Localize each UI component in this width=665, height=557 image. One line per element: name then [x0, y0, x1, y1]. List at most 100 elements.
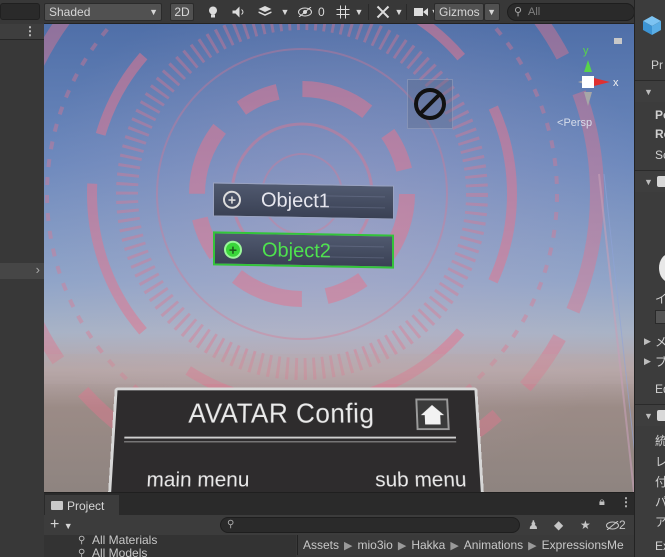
- speaker-icon: [232, 6, 244, 18]
- tab-project[interactable]: Project: [45, 495, 119, 515]
- inspector-row-label: 付: [655, 473, 665, 490]
- inspector-edit-label: Ed: [655, 382, 665, 396]
- gizmos-dropdown[interactable]: ▼: [484, 3, 500, 21]
- chevron-right-icon[interactable]: ▶: [644, 336, 651, 347]
- object2-button[interactable]: + Object2: [213, 231, 394, 269]
- cube-icon: [643, 16, 661, 35]
- gizmos-label: Gizmos: [439, 5, 480, 19]
- camera-icon: [414, 8, 428, 16]
- lock-icon[interactable]: 🔒︎: [599, 496, 605, 509]
- hierarchy-row[interactable]: ›: [0, 262, 44, 279]
- inspector-row-label: パ: [655, 493, 665, 510]
- component-enabled-checkbox[interactable]: [657, 410, 665, 421]
- tools-dropdown-arrow[interactable]: ▼: [394, 3, 404, 21]
- create-button[interactable]: + ▼: [50, 515, 73, 536]
- chevron-right-icon: ▶: [450, 540, 459, 552]
- inspector-row-label: ア: [655, 513, 665, 530]
- folder-icon: [51, 501, 63, 510]
- component-section[interactable]: ▼: [635, 404, 665, 426]
- eye-slash-icon: [606, 520, 619, 531]
- chevron-right-icon: ▶: [344, 540, 353, 552]
- hidden-objects-toggle[interactable]: 0: [298, 3, 328, 21]
- object1-button[interactable]: + Object1: [213, 182, 394, 220]
- object-field-circle[interactable]: [659, 254, 665, 282]
- project-search-input[interactable]: ⚲: [220, 517, 520, 533]
- main-menu-button[interactable]: main menu: [146, 469, 250, 492]
- lightbulb-icon: [209, 6, 217, 18]
- hidden-count: 0: [318, 5, 325, 19]
- no-camera-icon: [414, 88, 446, 120]
- avatar-config-panel: AVATAR Config main menu sub menu: [107, 387, 485, 492]
- project-tree: ⚲ All Materials ⚲ All Models: [44, 535, 296, 557]
- inspector-row-label: レ: [655, 453, 665, 470]
- button-decoration: [325, 195, 385, 209]
- scene-toolbar: Shaded ▼ 2D ▼ 0 ▼ ▼ ▼ Gizmos ▼ ⚲ All: [44, 0, 635, 24]
- chevron-right-icon[interactable]: ▶: [644, 356, 651, 367]
- grid-toggle-button[interactable]: [334, 3, 352, 21]
- hierarchy-panel: ⋮ ›: [0, 0, 44, 557]
- breadcrumb: Assets ▶ mio3io ▶ Hakka ▶ Animations ▶ Expressio…: [297, 535, 634, 555]
- gizmos-button[interactable]: Gizmos: [434, 3, 484, 21]
- config-divider: [124, 436, 457, 443]
- camera-gizmo[interactable]: [407, 79, 453, 129]
- orientation-gizmo[interactable]: y x: [548, 34, 634, 130]
- inspector-field-box[interactable]: [655, 310, 665, 324]
- home-button[interactable]: [415, 398, 450, 431]
- gizmo-y-label: y: [583, 45, 589, 57]
- button-decoration: [324, 245, 384, 259]
- breadcrumb-item[interactable]: mio3io: [357, 535, 392, 555]
- project-panel: Project 🔒︎ ⋮ + ▼ ⚲ ♟ ◆ ★ 2 ⚲ All Materia…: [44, 492, 634, 557]
- camera-settings-button[interactable]: [412, 3, 430, 21]
- chevron-right-icon[interactable]: ›: [36, 262, 40, 277]
- chevron-down-icon: ▼: [63, 521, 73, 531]
- toolbar-divider: [368, 4, 369, 20]
- breadcrumb-item[interactable]: Assets: [303, 535, 339, 555]
- persp-label[interactable]: <Persp: [557, 117, 592, 129]
- tree-item-all-models[interactable]: ⚲ All Models: [78, 547, 147, 557]
- shading-mode-dropdown[interactable]: Shaded ▼: [44, 3, 162, 21]
- transform-section[interactable]: ▼: [635, 80, 665, 102]
- search-icon: ⚲: [78, 548, 86, 557]
- object2-label: Object2: [262, 239, 331, 263]
- position-label: Po: [655, 108, 665, 122]
- effects-toggle-button[interactable]: [256, 3, 274, 21]
- gizmo-x-label: x: [613, 77, 619, 89]
- lighting-toggle-button[interactable]: [204, 3, 222, 21]
- star-icon[interactable]: ★: [580, 517, 591, 533]
- layers-icon: [258, 6, 272, 16]
- 2d-label: 2D: [174, 5, 190, 19]
- grid-icon: [336, 5, 350, 19]
- tools-icon: [376, 5, 390, 19]
- chevron-down-icon: ▼: [644, 411, 653, 421]
- project-menu-icon[interactable]: ⋮: [620, 495, 632, 509]
- component-enabled-checkbox[interactable]: [657, 176, 665, 187]
- filter-type-icon[interactable]: ♟: [528, 517, 539, 533]
- component-section[interactable]: ▼: [635, 170, 665, 192]
- project-tab-bar: Project 🔒︎ ⋮: [44, 493, 634, 515]
- hierarchy-search-input[interactable]: [0, 3, 40, 20]
- 2d-toggle-button[interactable]: 2D: [170, 3, 194, 21]
- scene-viewport[interactable]: y x <Persp + Object1 + Object2 AVATAR Co…: [44, 24, 634, 492]
- effects-dropdown-arrow[interactable]: ▼: [280, 3, 290, 21]
- hidden-packages-toggle[interactable]: 2: [606, 517, 626, 533]
- project-toolbar: + ▼ ⚲ ♟ ◆ ★ 2: [44, 515, 634, 535]
- hierarchy-menu-icon[interactable]: ⋮: [24, 24, 36, 38]
- breadcrumb-item[interactable]: Animations: [464, 535, 523, 555]
- grid-dropdown-arrow[interactable]: ▼: [354, 3, 364, 21]
- breadcrumb-item[interactable]: ExpressionsMe: [542, 535, 624, 555]
- tree-item-label: All Models: [92, 546, 148, 557]
- inspector-panel: Pr ▼ Po Ro Sc ▼ イ ▶ メ ▶ ブ Ed ▼ 統 レ 付 パ ア…: [634, 0, 665, 557]
- audio-toggle-button[interactable]: [230, 3, 248, 21]
- inspector-button-label: ブ: [655, 353, 665, 370]
- scene-search-placeholder: All: [528, 6, 541, 18]
- plus-icon: +: [224, 240, 242, 259]
- eye-slash-icon: [298, 7, 312, 17]
- tools-toggle-button[interactable]: [374, 3, 392, 21]
- label-tag-icon[interactable]: ◆: [554, 517, 563, 533]
- hierarchy-header: ⋮: [0, 24, 44, 40]
- breadcrumb-item[interactable]: Hakka: [411, 535, 445, 555]
- persp-text: Persp: [563, 117, 593, 129]
- scene-search-input[interactable]: ⚲ All: [507, 3, 635, 21]
- sub-menu-button[interactable]: sub menu: [375, 469, 467, 492]
- inspector-row-label: 統: [655, 432, 665, 449]
